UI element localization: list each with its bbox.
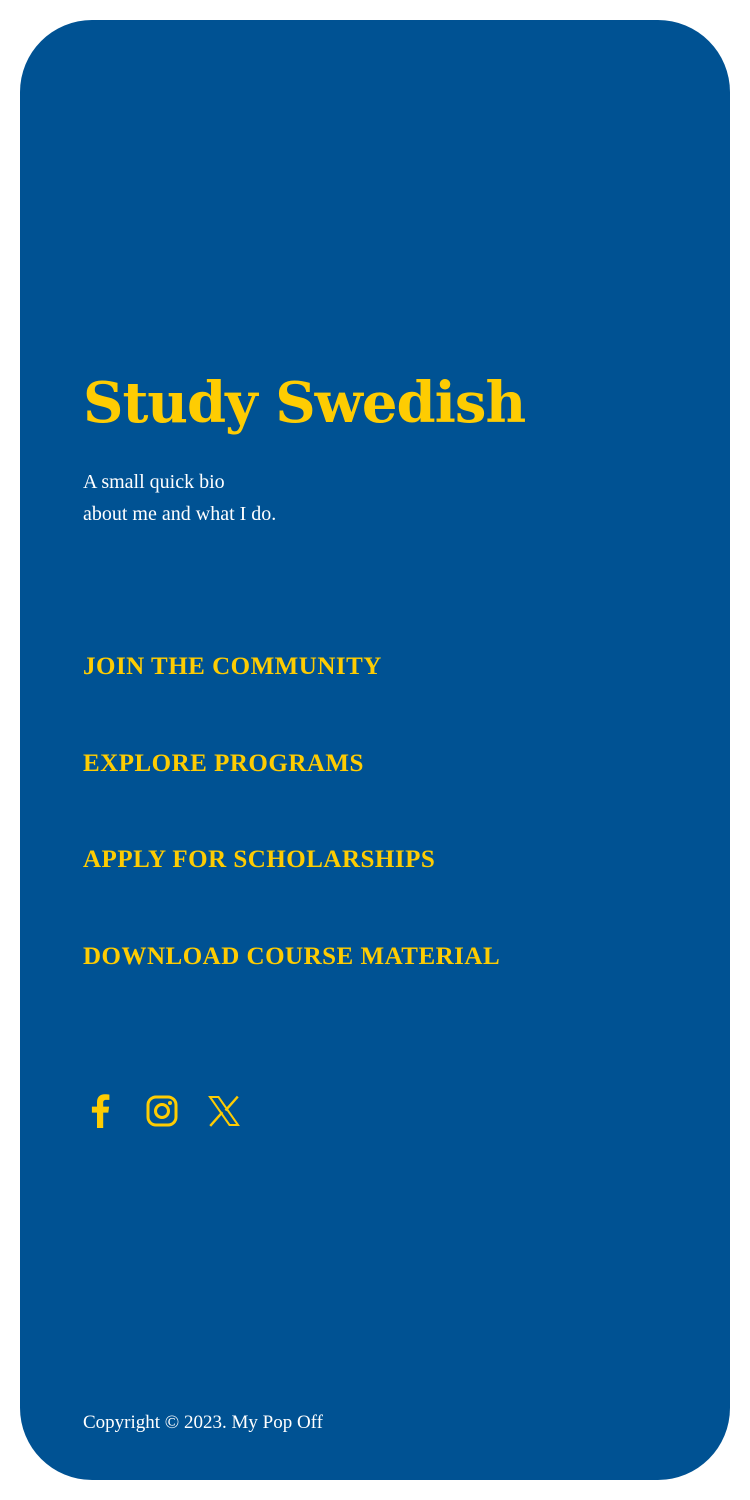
explore-programs-link[interactable]: EXPLORE PROGRAMS <box>83 745 364 783</box>
link-list: JOIN THE COMMUNITY EXPLORE PROGRAMS APPL… <box>83 648 500 1035</box>
social-links <box>83 1094 241 1128</box>
link-item: APPLY FOR SCHOLARSHIPS <box>83 841 500 938</box>
download-course-material-link[interactable]: DOWNLOAD COURSE MATERIAL <box>83 938 500 976</box>
link-item: JOIN THE COMMUNITY <box>83 648 500 745</box>
bio-line: A small quick bio <box>83 471 225 493</box>
profile-card: Study Swedish A small quick bio about me… <box>20 20 730 1480</box>
join-community-link[interactable]: JOIN THE COMMUNITY <box>83 648 382 686</box>
page-title: Study Swedish <box>83 370 526 436</box>
link-item: EXPLORE PROGRAMS <box>83 745 500 842</box>
bio-line: about me and what I do. <box>83 503 277 525</box>
bio-text: A small quick bio about me and what I do… <box>83 466 276 530</box>
x-icon[interactable] <box>207 1094 241 1128</box>
link-item: DOWNLOAD COURSE MATERIAL <box>83 938 500 1035</box>
facebook-icon[interactable] <box>83 1094 117 1128</box>
apply-scholarships-link[interactable]: APPLY FOR SCHOLARSHIPS <box>83 841 435 879</box>
copyright-text: Copyright © 2023. My Pop Off <box>83 1412 323 1433</box>
instagram-icon[interactable] <box>145 1094 179 1128</box>
